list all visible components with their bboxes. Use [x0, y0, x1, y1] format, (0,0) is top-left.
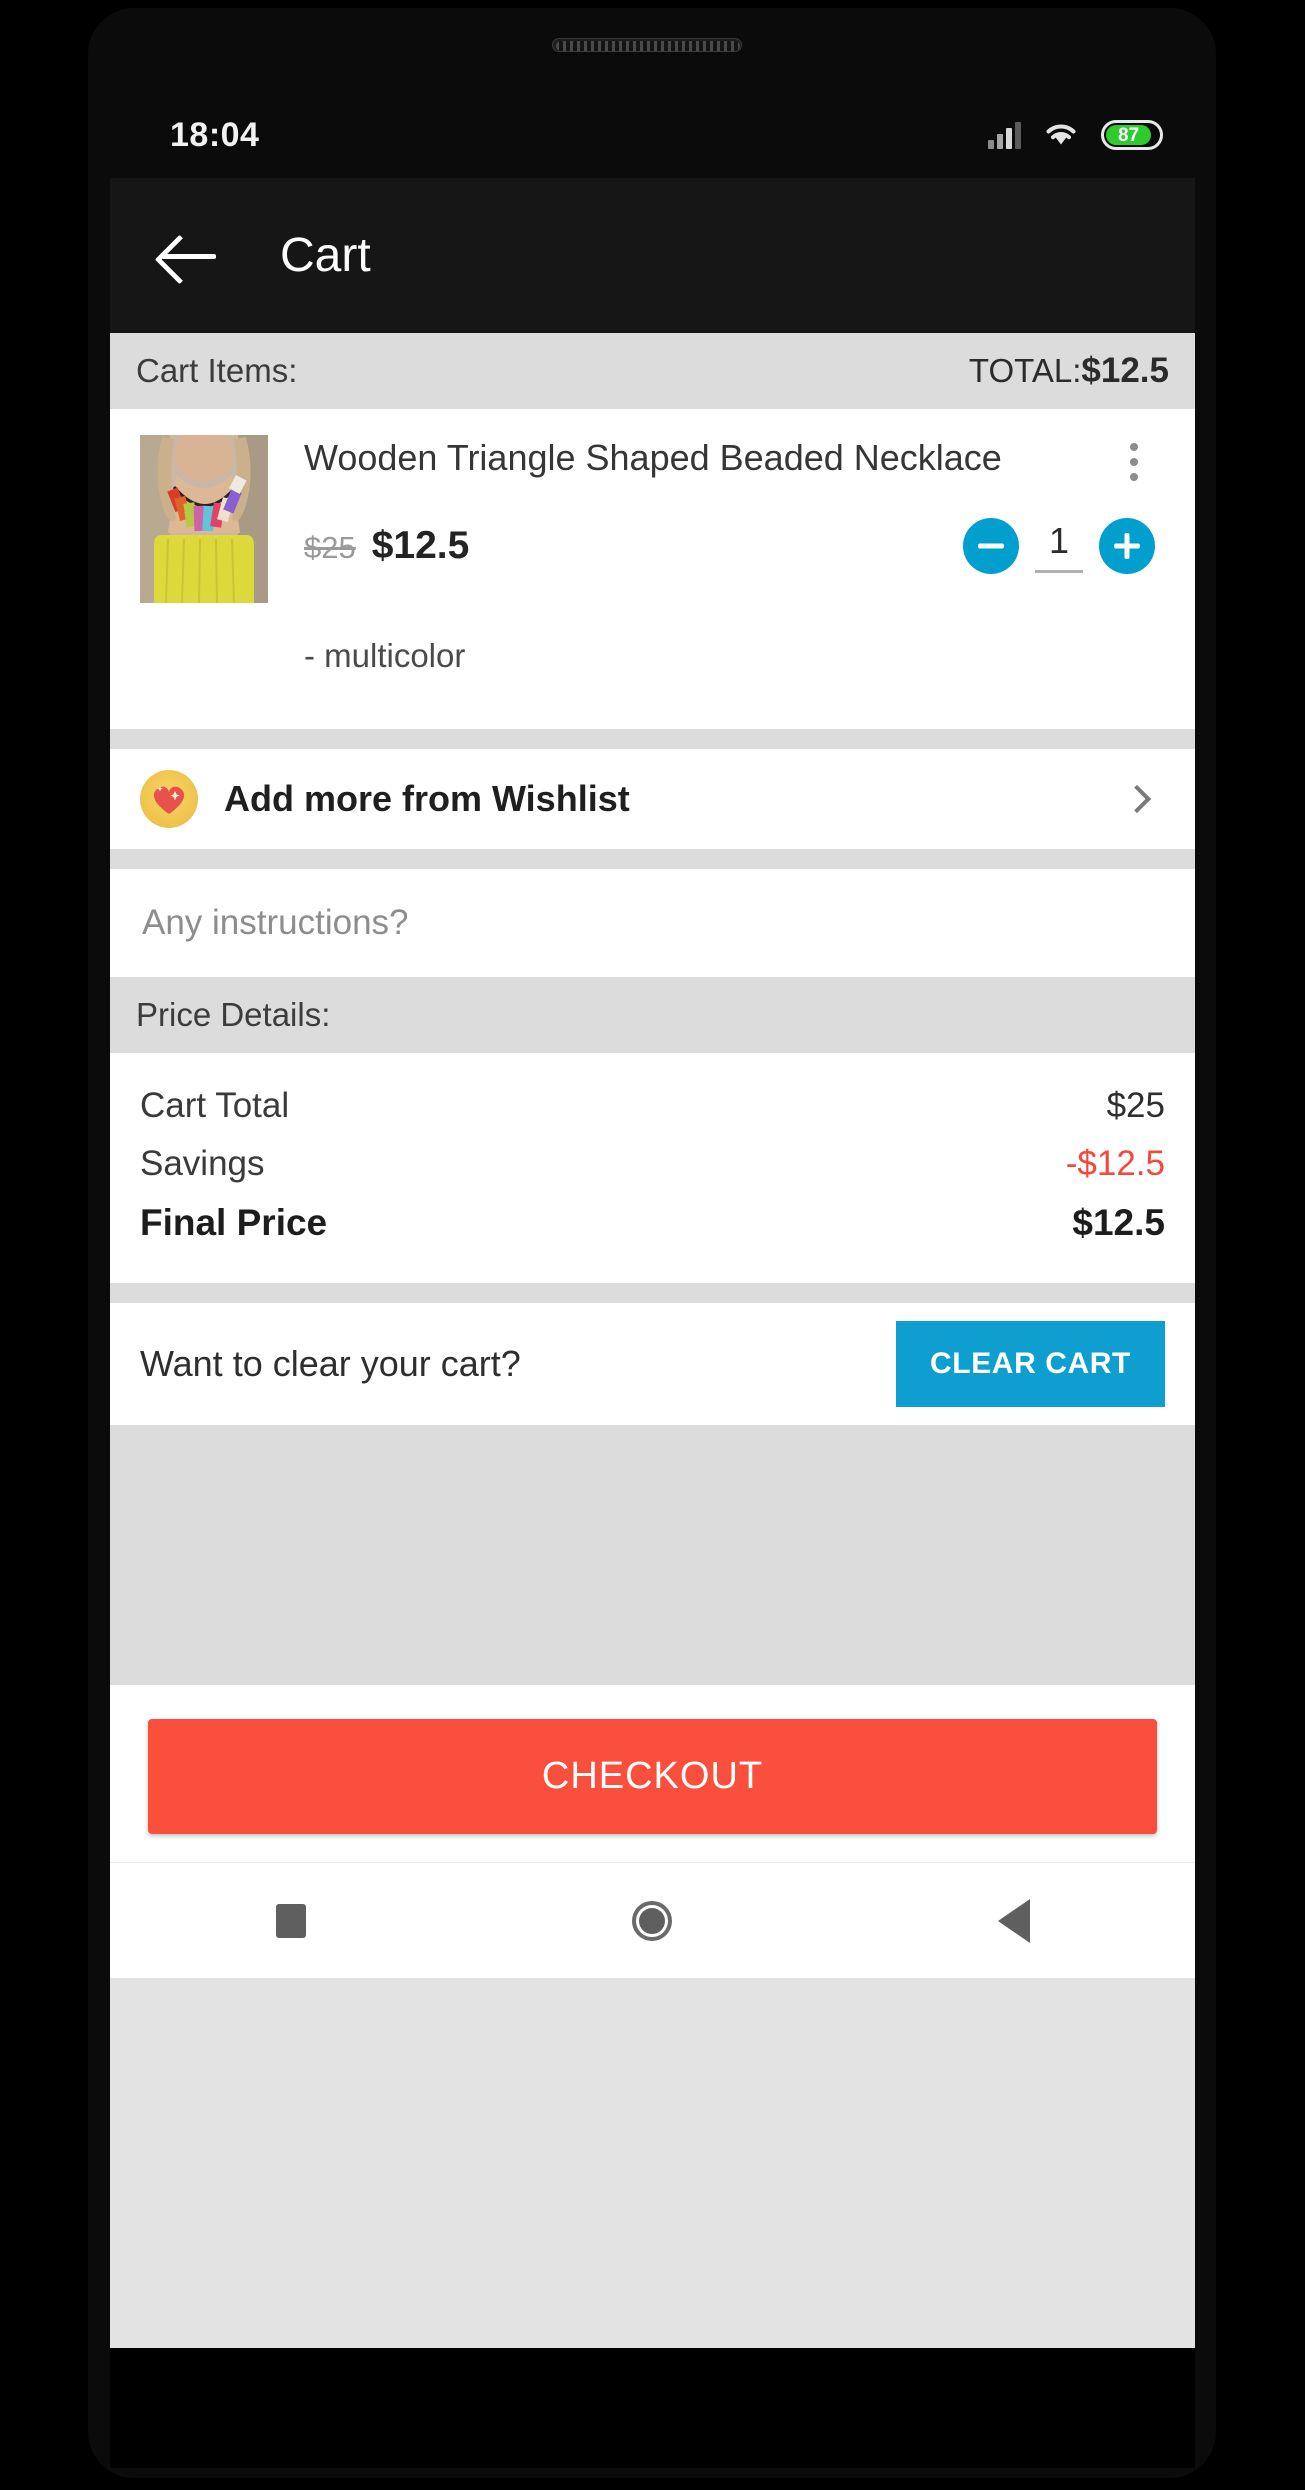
final-price-amount: $12.5 — [1072, 1202, 1165, 1243]
product-thumbnail[interactable] — [140, 435, 268, 603]
clear-cart-button[interactable]: CLEAR CART — [896, 1321, 1165, 1407]
divider-strip-3 — [110, 1283, 1195, 1303]
savings-amount: -$12.5 — [1065, 1144, 1165, 1183]
battery-icon: 87 — [1101, 120, 1163, 150]
status-bar: 18:04 87 — [110, 100, 1195, 170]
cart-total-prefix: TOTAL: — [968, 352, 1082, 389]
quantity-value[interactable]: 1 — [1035, 520, 1083, 573]
cart-item-row: Wooden Triangle Shaped Beaded Necklace $… — [110, 409, 1195, 603]
android-nav-bar — [110, 1862, 1195, 1978]
clear-cart-prompt: Want to clear your cart? — [140, 1343, 521, 1384]
product-variant: - multicolor — [304, 637, 466, 674]
checkout-container: CHECKOUT — [110, 1685, 1195, 1862]
cart-total-amount: $25 — [1106, 1086, 1165, 1125]
cart-total-value: $12.5 — [1081, 351, 1169, 390]
app-screen: Cart Cart Items: TOTAL:$12.5 Wooden Tria… — [110, 178, 1195, 2348]
clear-cart-row: Want to clear your cart? CLEAR CART — [110, 1303, 1195, 1425]
original-price: $25 — [304, 530, 356, 565]
speaker-grille-dots — [556, 41, 740, 51]
product-title[interactable]: Wooden Triangle Shaped Beaded Necklace — [304, 435, 1113, 480]
home-circle-icon[interactable] — [592, 1900, 712, 1941]
empty-space — [110, 1425, 1195, 1685]
battery-fill: 87 — [1106, 124, 1152, 146]
cart-item-title-row: Wooden Triangle Shaped Beaded Necklace — [304, 435, 1155, 488]
app-bar: Cart — [110, 178, 1195, 333]
price-row-savings: Savings -$12.5 — [140, 1135, 1165, 1193]
divider-strip-1 — [110, 729, 1195, 749]
cart-items-label: Cart Items: — [136, 352, 298, 389]
instructions-input[interactable] — [142, 903, 1163, 943]
wishlist-label: Add more from Wishlist — [224, 778, 630, 819]
device-bottom-chin — [110, 2348, 1195, 2468]
phone-frame: 18:04 87 Cart Cart Items: TOTAL:$12.5 Wo… — [0, 0, 1305, 2490]
increment-quantity-button[interactable] — [1099, 518, 1155, 574]
page-title: Cart — [280, 229, 371, 282]
cart-item-card: Wooden Triangle Shaped Beaded Necklace $… — [110, 409, 1195, 729]
cart-total-label: Cart Total — [140, 1086, 290, 1125]
price-row-final: Final Price $12.5 — [140, 1193, 1165, 1253]
kebab-menu-icon[interactable] — [1113, 435, 1155, 488]
cart-items-header: Cart Items: TOTAL:$12.5 — [110, 333, 1195, 409]
savings-label: Savings — [140, 1144, 265, 1183]
decrement-quantity-button[interactable] — [963, 518, 1019, 574]
price-details-label: Price Details: — [136, 996, 331, 1033]
cart-item-spacer — [110, 675, 1195, 729]
quantity-stepper: 1 — [963, 518, 1155, 574]
final-price-label: Final Price — [140, 1202, 328, 1243]
battery-percent-label: 87 — [1118, 124, 1140, 146]
status-bar-time: 18:04 — [170, 115, 260, 154]
recents-square-icon[interactable] — [231, 1903, 351, 1938]
status-bar-icons: 87 — [988, 119, 1163, 152]
back-triangle-icon[interactable] — [954, 1898, 1074, 1943]
price-row-cart-total: Cart Total $25 — [140, 1077, 1165, 1135]
back-arrow-icon[interactable] — [158, 232, 220, 280]
sale-price: $12.5 — [371, 524, 470, 567]
price-and-quantity-row: $25 $12.5 1 — [304, 518, 1155, 574]
add-from-wishlist-row[interactable]: Add more from Wishlist — [110, 749, 1195, 849]
cart-total-display: TOTAL:$12.5 — [969, 351, 1169, 391]
heart-badge-icon — [140, 770, 198, 828]
speaker-grille — [552, 38, 742, 52]
divider-strip-2 — [110, 849, 1195, 869]
price-details-card: Cart Total $25 Savings -$12.5 Final Pric… — [110, 1053, 1195, 1283]
wifi-icon — [1043, 119, 1079, 152]
price-details-header: Price Details: — [110, 977, 1195, 1053]
signal-bars-icon — [988, 121, 1021, 149]
price-group: $25 $12.5 — [304, 524, 963, 568]
chevron-right-icon — [1122, 784, 1152, 814]
cart-item-body: Wooden Triangle Shaped Beaded Necklace $… — [268, 435, 1165, 603]
checkout-button[interactable]: CHECKOUT — [148, 1719, 1157, 1834]
instructions-field-container — [110, 869, 1195, 977]
